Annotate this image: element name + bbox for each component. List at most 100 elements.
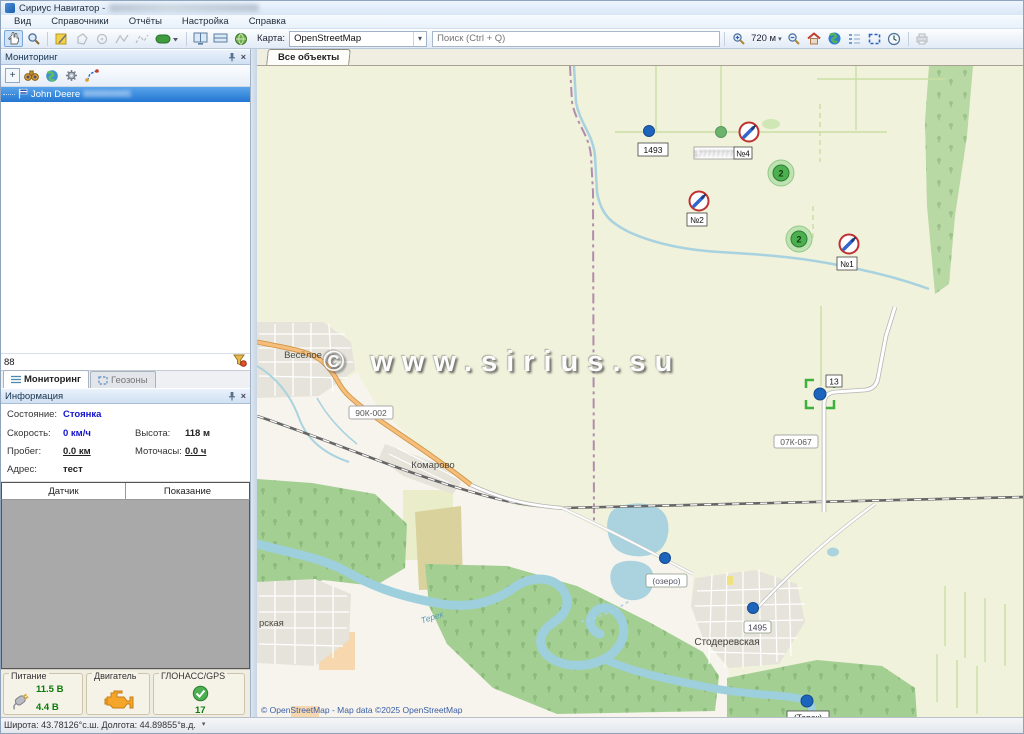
chevron-down-icon[interactable]: ▾ — [413, 32, 426, 46]
unit-row-selected[interactable]: John Deere 8888888885 — [1, 87, 250, 102]
gps-satellite-icon — [192, 685, 209, 705]
layout-screens-icon[interactable] — [191, 30, 210, 47]
scale-dropdown[interactable]: 720 м ▾ — [749, 33, 784, 44]
scale-value: 720 м — [751, 33, 776, 44]
menu-directories[interactable]: Справочники — [42, 15, 118, 28]
edit-vertices-icon[interactable] — [112, 30, 131, 47]
globe-icon[interactable] — [43, 67, 60, 84]
map-canvas[interactable]: Весёлое Комарово Стодеревская рская Тере… — [257, 66, 1023, 717]
print-icon[interactable] — [913, 30, 932, 47]
pin-icon[interactable] — [228, 391, 236, 401]
tree-filter-row — [1, 353, 250, 370]
add-polygon-icon[interactable] — [72, 30, 91, 47]
station-marker-n2[interactable] — [690, 192, 709, 211]
chevron-down-icon: ▾ — [778, 35, 782, 43]
map-tab-label: Все объекты — [278, 52, 339, 63]
edit-geozones-icon[interactable] — [52, 30, 71, 47]
point-marker-lake[interactable] — [660, 553, 671, 564]
track-route-icon[interactable] — [83, 67, 100, 84]
unit-flag-icon — [18, 88, 28, 102]
units-tree[interactable]: John Deere 8888888885 — [1, 87, 250, 353]
layout-split-icon[interactable] — [211, 30, 230, 47]
map-provider-label: Карта: — [257, 33, 285, 44]
point-marker-terek[interactable] — [801, 695, 813, 707]
geozone-frame-icon[interactable] — [865, 30, 884, 47]
zoom-out-icon[interactable] — [785, 30, 804, 47]
power-gauge: Питание 11.5 В 4.4 В — [3, 673, 83, 715]
tree-filter-input[interactable] — [4, 357, 233, 368]
sensor-col-value[interactable]: Показание — [126, 483, 249, 499]
green-point-marker[interactable] — [716, 127, 727, 138]
toolbar-separator — [47, 32, 48, 46]
cluster-marker-b[interactable]: 2 — [786, 226, 812, 252]
tab-monitoring[interactable]: Мониторинг — [3, 370, 89, 388]
tab-geozones-label: Геозоны — [111, 375, 148, 386]
power-plug-icon — [8, 688, 32, 715]
label-rskaya-fragment: рская — [259, 618, 284, 629]
legend-list-icon[interactable] — [845, 30, 864, 47]
binoculars-icon[interactable] — [23, 67, 40, 84]
label-komarovo: Комарово — [411, 460, 454, 471]
settings-gear-icon[interactable] — [63, 67, 80, 84]
menu-reports[interactable]: Отчёты — [120, 15, 171, 28]
unit-name: John Deere — [31, 89, 80, 100]
map-attribution: © OpenStreetMap - Map data ©2025 OpenStr… — [261, 705, 463, 715]
point-marker-1493[interactable] — [644, 126, 655, 137]
menu-help[interactable]: Справка — [240, 15, 295, 28]
marker-label-1493: 1493 — [644, 145, 663, 155]
engine-title: Двигатель — [92, 672, 138, 681]
home-view-icon[interactable] — [805, 30, 824, 47]
close-icon[interactable]: × — [241, 391, 246, 401]
station-marker-n1[interactable] — [840, 235, 859, 254]
point-marker-1495[interactable] — [748, 603, 759, 614]
pan-tool-icon[interactable] — [4, 30, 23, 47]
close-icon[interactable]: × — [241, 52, 246, 62]
chevron-down-icon[interactable]: ▾ — [202, 720, 206, 728]
window-title: Сириус Навигатор - — [19, 3, 105, 14]
mileage-value[interactable]: 0.0 км — [63, 446, 91, 457]
globe-mode-icon[interactable] — [231, 30, 250, 47]
altitude-label: Высота: — [135, 428, 170, 439]
track-color-dropdown[interactable] — [152, 30, 182, 47]
power-main-value: 11.5 В — [36, 684, 63, 695]
address-value: тест — [63, 464, 83, 475]
zoom-tool-icon[interactable] — [24, 30, 43, 47]
engine-icon — [103, 688, 135, 715]
menu-settings[interactable]: Настройка — [173, 15, 238, 28]
map-provider-value: OpenStreetMap — [294, 33, 361, 44]
pin-icon[interactable] — [228, 52, 236, 62]
map-provider-select[interactable]: OpenStreetMap ▾ — [289, 31, 427, 47]
marker-label-n1: №1 — [840, 259, 854, 269]
search-input[interactable] — [432, 31, 720, 47]
sensor-table-body[interactable] — [1, 499, 250, 669]
filter-funnel-icon[interactable] — [233, 354, 247, 370]
menu-view[interactable]: Вид — [5, 15, 40, 28]
zoom-in-icon[interactable] — [729, 30, 748, 47]
cluster-marker-a[interactable]: 2 — [768, 160, 794, 186]
map-tab-all-objects[interactable]: Все объекты — [266, 49, 351, 65]
cluster-a-count: 2 — [778, 169, 783, 179]
speed-label: Скорость: — [7, 428, 51, 439]
power-backup-value: 4.4 В — [36, 702, 59, 713]
gps-title: ГЛОНАСС/GPS — [159, 672, 227, 681]
app-icon — [5, 3, 15, 13]
add-circle-icon[interactable] — [92, 30, 111, 47]
gps-satellites-count: 17 — [195, 705, 206, 716]
info-panel-header: Информация × — [1, 388, 250, 404]
sensor-col-name[interactable]: Датчик — [2, 483, 126, 499]
tab-geozones[interactable]: Геозоны — [90, 371, 156, 388]
expand-all-button[interactable]: + — [5, 68, 20, 83]
delete-vertices-icon[interactable] — [132, 30, 151, 47]
map-panel: Все объекты — [257, 49, 1023, 717]
state-value: Стоянка — [63, 409, 101, 420]
station-marker-n4[interactable] — [740, 123, 759, 142]
history-clock-icon[interactable] — [885, 30, 904, 47]
shield-07k: 07К-067 — [780, 437, 812, 447]
cluster-b-count: 2 — [796, 235, 801, 245]
hours-value[interactable]: 0.0 ч — [185, 446, 206, 457]
earth-icon[interactable] — [825, 30, 844, 47]
label-veseloe: Весёлое — [284, 350, 322, 361]
mileage-label: Пробег: — [7, 446, 41, 457]
toolbar-separator — [186, 32, 187, 46]
window-title-masked — [109, 4, 259, 12]
